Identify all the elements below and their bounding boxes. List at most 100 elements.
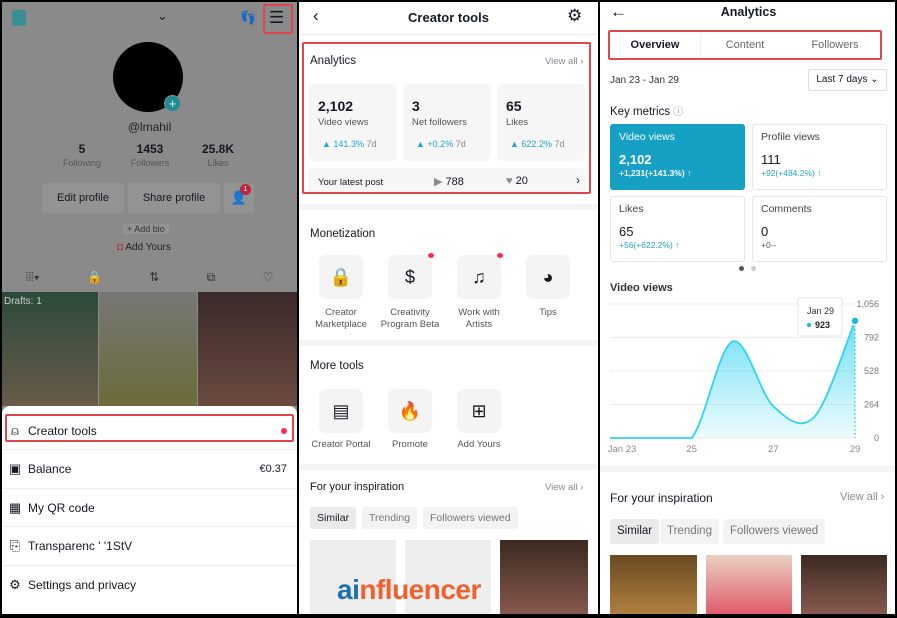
gear-icon: ⚙ xyxy=(9,577,21,592)
chevron-down-icon[interactable]: ⌄ xyxy=(157,8,168,24)
chip-followers-viewed[interactable]: Followers viewed xyxy=(723,519,826,544)
metric-value: 2,102 xyxy=(619,152,652,167)
tab-reposts-icon[interactable]: ⇅ xyxy=(149,270,159,284)
tool-book[interactable]: ▤ xyxy=(319,389,363,433)
view-all-link[interactable]: View all › xyxy=(840,491,884,503)
add-bio-button[interactable]: + Add bio xyxy=(123,224,169,234)
gear-icon[interactable]: ⚙ xyxy=(567,6,582,26)
video-views-chart[interactable]: 0 264 528 792 1,056 Jan 23 25 27 29 Jan 29 923 xyxy=(600,292,895,462)
area-fill xyxy=(610,320,855,438)
menu-item-label: Transparenc ' '1StV xyxy=(28,539,133,553)
inspiration-title: For your inspiration xyxy=(310,481,405,493)
highlight-box xyxy=(5,414,294,442)
music-note-icon: ♫ xyxy=(472,266,486,287)
tab-followers[interactable]: Followers xyxy=(790,32,880,58)
watermark-logo: ainfluencer xyxy=(337,574,481,605)
date-range: Jan 23 - Jan 29 xyxy=(610,75,679,86)
video-thumbnail[interactable] xyxy=(99,292,197,406)
y-tick-label: 528 xyxy=(864,366,879,376)
range-select[interactable]: Last 7 days ⌄ xyxy=(808,69,887,91)
tab-private-icon[interactable]: 🔒 xyxy=(87,270,102,284)
inspiration-thumbnail[interactable] xyxy=(610,555,697,614)
metric-card-video-views[interactable]: Video views 2,102 +1,231(+141.3%) ↑ xyxy=(610,124,745,190)
metric-card-profile-views[interactable]: Profile views 111 +92(+484.2%) ↑ xyxy=(752,124,887,190)
info-icon[interactable]: ⓘ xyxy=(673,107,683,118)
tool-dollar[interactable]: $ xyxy=(388,255,432,299)
key-metrics-title: Key metrics ⓘ xyxy=(610,103,683,118)
balance-value: €0.37 xyxy=(259,463,287,475)
notification-dot xyxy=(428,253,434,258)
range-select-label: Last 7 days xyxy=(816,74,868,85)
metric-change: +92(+484.2%) xyxy=(761,168,815,178)
share-profile-button[interactable]: Share profile xyxy=(128,183,220,213)
stat-following[interactable]: 5 Following xyxy=(52,142,112,168)
stat-label: Following xyxy=(62,158,102,168)
highlight-box xyxy=(302,42,591,194)
metric-value: 65 xyxy=(619,224,634,239)
chip-trending[interactable]: Trending xyxy=(660,519,719,544)
tab-overview[interactable]: Overview xyxy=(610,32,700,58)
tool-tips[interactable]: ◕ xyxy=(526,255,570,299)
menu-item-transparenc[interactable]: ⎘ Transparenc ' '1StV xyxy=(2,528,297,566)
inspiration-thumbnail[interactable] xyxy=(801,555,887,614)
tool-flame[interactable]: 🔥 xyxy=(388,389,432,433)
inspiration-thumbnail[interactable] xyxy=(706,555,792,614)
document-icon: ⎘ xyxy=(9,538,21,553)
tooltip-dot xyxy=(807,323,811,327)
stat-likes[interactable]: 25.8K Likes xyxy=(188,142,248,168)
chevron-down-icon: ⌄ xyxy=(870,74,879,85)
menu-item-label: Balance xyxy=(28,462,72,476)
chip-followers-viewed[interactable]: Followers viewed xyxy=(423,507,518,529)
tab-content[interactable]: Content xyxy=(700,32,790,58)
shopping-bag-icon: 🔒 xyxy=(329,266,353,287)
metric-value: 111 xyxy=(761,152,781,167)
chip-similar[interactable]: Similar xyxy=(610,519,660,544)
arrow-up-icon: ↑ xyxy=(675,240,680,250)
stat-followers[interactable]: 1453 Followers xyxy=(120,142,180,168)
stat-value: 25.8K xyxy=(201,142,235,156)
add-avatar-icon[interactable]: + xyxy=(164,95,181,112)
chip-similar[interactable]: Similar xyxy=(310,507,357,529)
tab-favorites-icon[interactable]: ⧉ xyxy=(207,270,216,285)
tab-liked-icon[interactable]: ♡ xyxy=(263,270,274,284)
footprints-icon[interactable]: 👣 xyxy=(240,10,256,26)
analytics-panel: ← Analytics Overview Content Followers Jan… xyxy=(600,2,895,614)
y-tick-label: 1,056 xyxy=(856,299,879,309)
edit-profile-button[interactable]: Edit profile xyxy=(42,183,124,213)
wallet-icon: ▣ xyxy=(8,461,22,476)
metric-card-likes[interactable]: Likes 65 +56(+622.2%) ↑ xyxy=(610,196,745,262)
stat-label: Likes xyxy=(207,158,229,168)
username: @lmahil xyxy=(127,120,172,134)
tool-add-camera[interactable]: ⊞ xyxy=(457,389,501,433)
video-thumbnail[interactable]: Drafts: 1 xyxy=(2,292,98,406)
tool-label: Add Yours xyxy=(457,439,501,450)
stat-value: 5 xyxy=(78,142,86,156)
notification-dot xyxy=(497,253,503,258)
book-icon: ▤ xyxy=(332,400,350,421)
add-yours-label: Add Yours xyxy=(125,242,171,253)
tool-label: Creativity Program Beta xyxy=(380,307,440,330)
tool-shopping-bag[interactable]: 🔒 xyxy=(319,255,363,299)
inspiration-thumbnail[interactable] xyxy=(500,540,588,614)
menu-item-settings[interactable]: ⚙ Settings and privacy xyxy=(2,566,297,604)
view-all-link[interactable]: View all › xyxy=(545,482,583,493)
section-divider xyxy=(299,464,598,470)
metric-value: 0 xyxy=(761,224,769,239)
chip-trending[interactable]: Trending xyxy=(362,507,418,529)
highlight-box xyxy=(263,4,293,34)
menu-item-my[interactable]: ▦ My QR code xyxy=(2,489,297,527)
gift-icon[interactable] xyxy=(12,10,26,26)
menu-item-balance[interactable]: ▣ Balance €0.37 xyxy=(2,451,297,489)
video-thumbnail[interactable] xyxy=(198,292,297,406)
y-tick-label: 264 xyxy=(864,400,879,410)
x-tick-label: Jan 23 xyxy=(608,444,637,455)
tab-videos-icon[interactable]: ⦙⦙⦙▾ xyxy=(26,270,40,285)
add-camera-icon: ⊞ xyxy=(471,400,487,421)
metric-card-comments[interactable]: Comments 0 +0-- xyxy=(752,196,887,262)
friend-badge: 1 xyxy=(240,184,251,195)
add-yours-button[interactable]: ◘ Add Yours xyxy=(117,242,171,253)
tool-music-note[interactable]: ♫ xyxy=(457,255,501,299)
inspiration-title: For your inspiration xyxy=(610,491,713,505)
section-divider xyxy=(299,204,598,210)
x-tick-label: 25 xyxy=(686,444,697,455)
